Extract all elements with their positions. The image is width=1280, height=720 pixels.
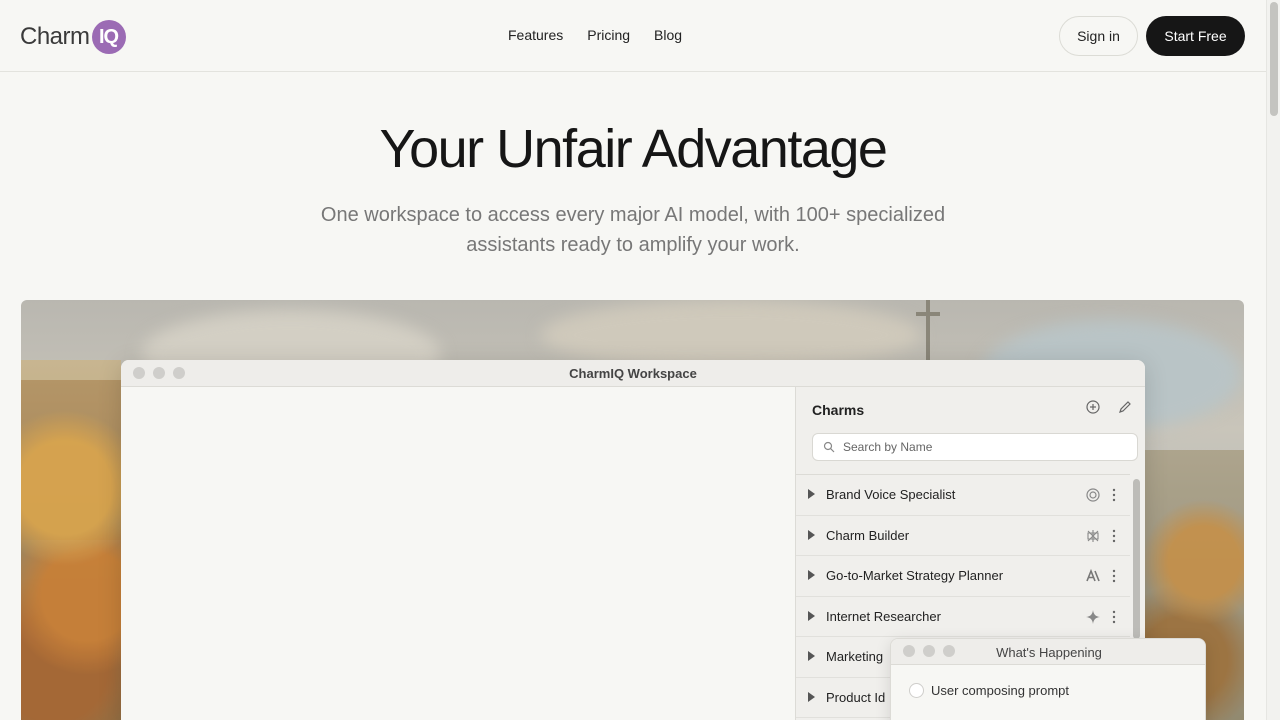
expand-caret-icon[interactable] — [808, 610, 815, 621]
nav-link-features[interactable]: Features — [508, 27, 563, 43]
add-circle-icon[interactable] — [1086, 400, 1100, 414]
charm-row-internet-researcher[interactable]: Internet Researcher — [796, 597, 1130, 637]
more-vertical-icon[interactable] — [1110, 609, 1118, 625]
nav-link-pricing[interactable]: Pricing — [587, 27, 630, 43]
expand-caret-icon[interactable] — [808, 570, 815, 580]
more-vertical-icon[interactable] — [1110, 568, 1118, 584]
steeple-cross-bar — [916, 312, 940, 316]
expand-caret-icon[interactable] — [808, 651, 815, 661]
top-navigation-bar: Charm IQ Features Pricing Blog Sign in S… — [0, 0, 1266, 72]
autumn-tree-left — [21, 380, 131, 720]
charm-list-scrollbar[interactable] — [1133, 479, 1140, 639]
steeple-cross — [926, 300, 930, 360]
charm-row-charm-builder[interactable]: Charm Builder — [796, 516, 1130, 556]
more-vertical-icon[interactable] — [1110, 528, 1118, 544]
charmiq-logo[interactable]: Charm IQ — [20, 20, 126, 54]
charm-label: Product Id — [826, 689, 886, 705]
expand-caret-icon[interactable] — [808, 529, 815, 540]
charms-title: Charms — [812, 402, 865, 418]
charm-label: Brand Voice Specialist — [826, 487, 956, 502]
charm-search-input[interactable] — [843, 437, 1123, 457]
whats-happening-popup: What's Happening User composing prompt — [890, 638, 1206, 720]
hero-title: Your Unfair Advantage — [379, 119, 888, 179]
charm-label: Internet Researcher — [826, 608, 941, 624]
page-scrollbar-thumb[interactable] — [1270, 2, 1278, 116]
openai-icon — [1086, 488, 1100, 502]
window-titlebar: CharmIQ Workspace — [121, 360, 1145, 387]
expand-caret-icon[interactable] — [808, 691, 815, 702]
status-circle-icon — [909, 683, 924, 698]
anthropic-icon — [1086, 568, 1100, 582]
perplexity-icon — [1087, 529, 1099, 542]
start-free-button[interactable]: Start Free — [1146, 16, 1245, 56]
popup-title: What's Happening — [996, 645, 1102, 660]
expand-caret-icon[interactable] — [808, 489, 815, 499]
search-icon — [823, 441, 835, 453]
popup-titlebar: What's Happening — [891, 639, 1205, 665]
charm-row-go-to-market-strategy-planner[interactable]: Go-to-Market Strategy Planner — [796, 556, 1130, 597]
charm-label: Go-to-Market Strategy Planner — [826, 568, 1004, 583]
status-text: User composing prompt — [931, 683, 1069, 698]
pencil-icon[interactable] — [1118, 400, 1132, 414]
charm-row-brand-voice-specialist[interactable]: Brand Voice Specialist — [796, 475, 1130, 516]
gemini-sparkle-icon — [1086, 609, 1100, 624]
hero-subtitle: One workspace to access every major AI m… — [320, 204, 946, 256]
logo-wordmark: Charm — [20, 23, 90, 50]
window-title: CharmIQ Workspace — [569, 366, 697, 381]
main-nav: Features Pricing Blog — [508, 27, 682, 43]
sign-in-button[interactable]: Sign in — [1059, 16, 1138, 56]
logo-badge: IQ — [91, 20, 126, 54]
charm-label: Marketing — [826, 649, 884, 664]
charm-search-box[interactable] — [812, 433, 1138, 461]
page-scrollbar[interactable] — [1266, 0, 1280, 720]
charm-label: Charm Builder — [826, 527, 910, 543]
more-vertical-icon[interactable] — [1110, 487, 1118, 503]
nav-link-blog[interactable]: Blog — [654, 27, 682, 43]
